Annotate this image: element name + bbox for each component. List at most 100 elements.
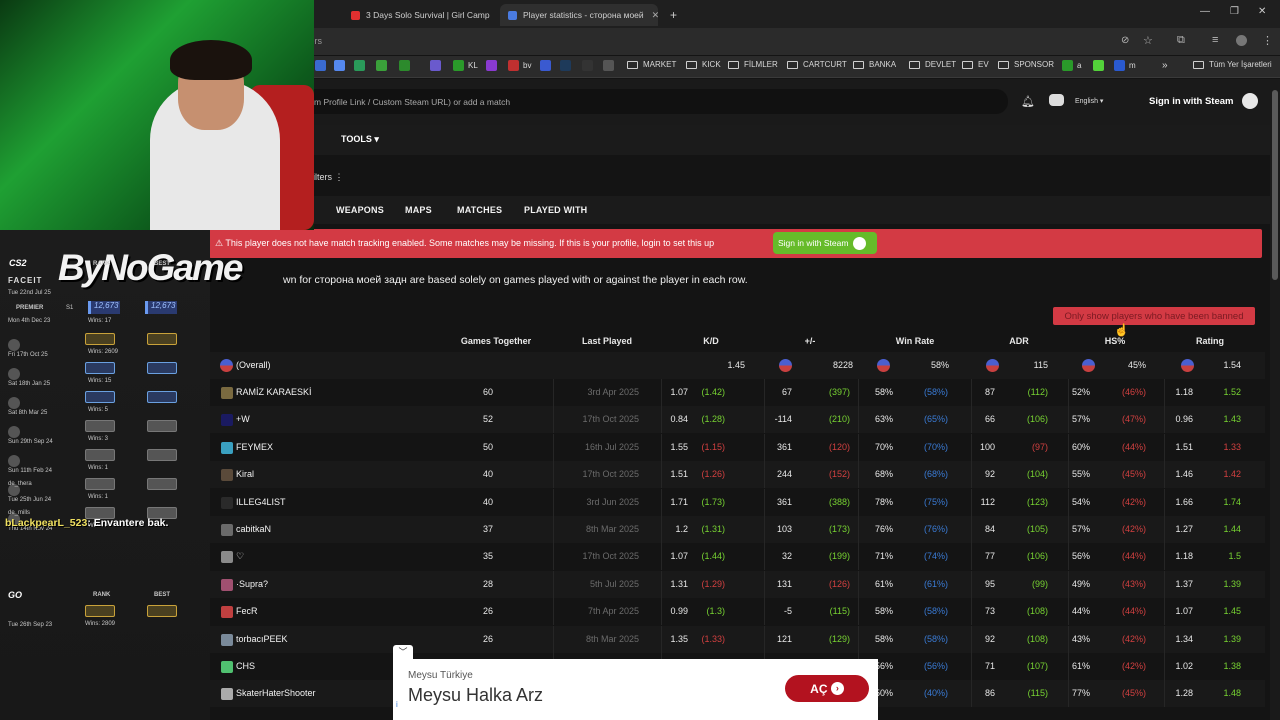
sign-in-link[interactable]: Sign in with Steam [1149, 96, 1233, 107]
bookmark-folder-cartcurt[interactable]: CARTCURT [787, 60, 847, 69]
tab-played-with[interactable]: PLAYED WITH [524, 205, 587, 215]
kd-cell: 1.07 [670, 551, 688, 562]
header-hs[interactable]: HS% [1070, 336, 1160, 346]
table-row[interactable]: RAMİZ KARAESKİ 60 3rd Apr 2025 1.07 (1.42) 67… [210, 379, 1265, 406]
player-name[interactable]: ♡ [236, 543, 244, 570]
alert-sign-in-button[interactable]: Sign in with Steam [773, 232, 877, 254]
bookmark-folder-sponsor[interactable]: SPONSOR [998, 60, 1054, 69]
bookmark-icon[interactable] [399, 60, 410, 71]
steam-logo-icon[interactable] [1242, 93, 1258, 109]
discord-icon[interactable] [1049, 94, 1064, 106]
bookmark-folder-devlet[interactable]: DEVLET [909, 60, 956, 69]
ad-open-button[interactable]: AÇ › [785, 675, 869, 702]
header-plus-minus[interactable]: +/- [765, 336, 855, 346]
media-icon[interactable]: ≡ [1212, 34, 1218, 46]
bookmark-kl[interactable]: KL [453, 60, 478, 71]
close-window-icon[interactable]: ✕ [1258, 6, 1266, 17]
menu-icon[interactable]: ⋮ [1262, 34, 1273, 47]
bookmark-bv[interactable]: bv [508, 60, 531, 71]
wr2-cell: (76%) [923, 524, 948, 534]
filters-button[interactable]: ilters ⋮ [313, 172, 344, 183]
entry-date: Sat 8th Mar 25 [8, 410, 48, 416]
table-row[interactable]: cabitkaN 37 8th Mar 2025 1.2 (1.31) 103 (173) 7… [210, 516, 1265, 543]
bookmark-folder-ev[interactable]: EV [962, 60, 989, 69]
player-name[interactable]: RAMİZ KARAESKİ [236, 379, 312, 406]
scrollbar-thumb[interactable] [1272, 90, 1278, 280]
folder-icon [998, 60, 1009, 69]
more-bookmarks-icon[interactable]: » [1162, 60, 1168, 71]
table-row-overall[interactable]: (Overall) 1.45 8228 58% 115 45% 1.54 [210, 352, 1265, 379]
bookmark-label: bv [523, 61, 532, 70]
bookmark-icon[interactable] [334, 60, 345, 71]
table-row[interactable]: FEYMEX 50 16th Jul 2025 1.55 (1.15) 361 (120) 7… [210, 433, 1265, 461]
player-name[interactable]: FecR [236, 598, 258, 625]
player-name[interactable]: SkaterHaterShooter [236, 680, 316, 707]
table-row[interactable]: ILLEG4LIST 40 3rd Jun 2025 1.71 (1.73) 361 (38… [210, 488, 1265, 516]
bookmark-folder-kick[interactable]: KICK [686, 60, 721, 69]
bookmark-folder-market[interactable]: MARKET [627, 60, 676, 69]
column-divider [764, 543, 765, 571]
browser-tab-video[interactable]: 3 Days Solo Survival | Girl Camp ✕ [343, 4, 498, 26]
close-tab-icon[interactable]: ✕ [644, 10, 658, 21]
player-name[interactable]: cabitkaN [236, 516, 271, 543]
table-row[interactable]: Kiral 40 17th Oct 2025 1.51 (1.26) 244 (152) 68… [210, 461, 1265, 489]
header-games-together[interactable]: Games Together [451, 336, 541, 346]
header-kd[interactable]: K/D [666, 336, 756, 346]
player-name[interactable]: ILLEG4LIST [236, 489, 286, 516]
table-row[interactable]: torbacıPEEK 26 8th Mar 2025 1.35 (1.33) 121 (1… [210, 625, 1265, 653]
bell-icon[interactable]: 🔔︎ [1021, 95, 1035, 108]
bookmark-folder-banka[interactable]: BANKA [853, 60, 896, 69]
header-win-rate[interactable]: Win Rate [870, 336, 960, 346]
all-bookmarks[interactable]: Tüm Yer İşaretleri [1193, 60, 1272, 69]
r-cell: 1.51 [1175, 441, 1193, 452]
bookmark-folder-filmler[interactable]: FİLMLER [728, 60, 778, 69]
table-row[interactable]: ·Supra? 28 5th Jul 2025 1.31 (1.29) 131 (126) 6… [210, 570, 1265, 598]
language-select[interactable]: English ▾ [1075, 97, 1103, 105]
player-name[interactable]: Kiral [236, 461, 254, 488]
table-row[interactable]: FecR 26 7th Apr 2025 0.99 (1.3) -5 (115) 58% (58… [210, 598, 1265, 626]
banned-filter-button[interactable]: Only show players who have been banned [1053, 307, 1255, 325]
tab-matches[interactable]: MATCHES [457, 205, 502, 215]
player-avatar [221, 633, 233, 646]
maximize-icon[interactable]: ❐ [1230, 6, 1239, 17]
column-divider [971, 406, 972, 434]
bookmark-icon[interactable] [582, 60, 593, 71]
extensions-icon[interactable]: ⧉ [1177, 34, 1185, 47]
browser-tab-player-statistics[interactable]: Player statistics - сторона моей ✕ [500, 4, 658, 26]
ad-title: Meysu Halka Arz [408, 685, 544, 705]
table-row[interactable]: +W 52 17th Oct 2025 0.84 (1.28) -114 (210) 63% (… [210, 406, 1265, 434]
bookmark-icon[interactable] [430, 60, 441, 71]
steam-icon[interactable] [560, 60, 571, 71]
header-rating[interactable]: Rating [1165, 336, 1255, 346]
player-name[interactable]: ·Supra? [236, 571, 268, 598]
tab-maps[interactable]: MAPS [405, 205, 432, 215]
tab-weapons[interactable]: WEAPONS [336, 205, 384, 215]
profile-avatar[interactable] [1236, 35, 1247, 46]
bookmark-icon[interactable] [603, 60, 614, 71]
twitch-icon[interactable] [486, 60, 497, 71]
bookmark-icon[interactable] [354, 60, 365, 71]
header-adr[interactable]: ADR [974, 336, 1064, 346]
bookmark-icon[interactable] [1093, 60, 1104, 71]
table-row[interactable]: ♡ 35 17th Oct 2025 1.07 (1.44) 32 (199) 71% (74%… [210, 543, 1265, 571]
bookmark-icon[interactable] [376, 60, 387, 71]
player-name[interactable]: FEYMEX [236, 434, 273, 461]
star-icon[interactable]: ☆ [1143, 34, 1153, 47]
eye-off-icon[interactable]: ⊘ [1121, 35, 1129, 46]
bookmark-icon[interactable] [315, 60, 326, 71]
tools-menu[interactable]: TOOLS ▾ [341, 134, 379, 145]
new-tab-button[interactable]: + [662, 4, 682, 26]
ad-collapse-button[interactable]: ﹀ [393, 645, 413, 659]
bookmark-m[interactable]: m [1114, 60, 1136, 71]
bookmark-a[interactable]: a [1062, 60, 1081, 71]
close-tab-icon[interactable]: ✕ [490, 10, 499, 21]
ad-info-icon[interactable]: i [396, 700, 398, 709]
minimize-icon[interactable]: — [1200, 6, 1210, 17]
player-name[interactable]: CHS [236, 653, 255, 680]
player-name[interactable]: torbacıPEEK [236, 626, 288, 653]
alert-text: This player does not have match tracking… [225, 238, 715, 248]
player-avatar-icon [986, 359, 999, 372]
header-last-played[interactable]: Last Played [562, 336, 652, 346]
player-name[interactable]: +W [236, 406, 250, 433]
bookmark-icon[interactable] [540, 60, 551, 71]
